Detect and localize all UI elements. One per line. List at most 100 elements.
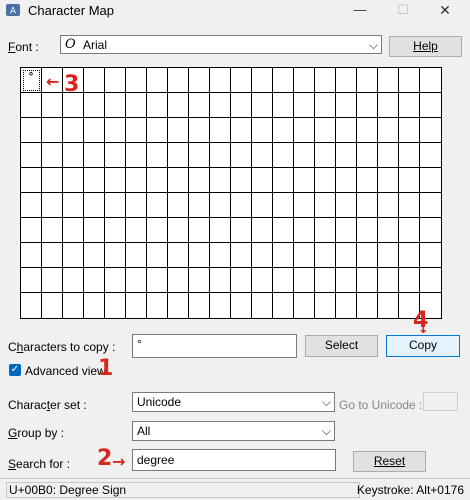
character-cell[interactable] — [336, 143, 357, 168]
character-cell[interactable] — [189, 293, 210, 318]
character-cell[interactable] — [63, 118, 84, 143]
character-cell[interactable] — [126, 68, 147, 93]
group-by-dropdown[interactable]: All ⌵ — [132, 421, 335, 441]
character-cell[interactable] — [63, 243, 84, 268]
character-cell[interactable] — [273, 68, 294, 93]
character-cell[interactable] — [336, 168, 357, 193]
character-cell[interactable] — [399, 168, 420, 193]
character-cell[interactable] — [21, 143, 42, 168]
character-cell[interactable] — [189, 168, 210, 193]
character-cell[interactable] — [378, 68, 399, 93]
character-cell[interactable] — [42, 168, 63, 193]
character-cell[interactable] — [63, 293, 84, 318]
character-cell[interactable] — [126, 93, 147, 118]
character-cell[interactable] — [147, 68, 168, 93]
character-cell[interactable] — [105, 143, 126, 168]
character-cell[interactable] — [105, 168, 126, 193]
character-cell[interactable] — [147, 118, 168, 143]
character-cell[interactable] — [63, 193, 84, 218]
character-cell[interactable] — [189, 218, 210, 243]
character-cell[interactable] — [378, 168, 399, 193]
character-cell[interactable] — [189, 93, 210, 118]
character-cell[interactable] — [84, 168, 105, 193]
character-cell[interactable] — [420, 218, 441, 243]
character-cell[interactable] — [294, 243, 315, 268]
character-cell[interactable] — [378, 93, 399, 118]
character-cell[interactable] — [126, 293, 147, 318]
character-cell[interactable] — [21, 93, 42, 118]
character-cell[interactable] — [273, 218, 294, 243]
character-cell[interactable] — [21, 218, 42, 243]
character-cell[interactable] — [84, 143, 105, 168]
character-cell[interactable] — [21, 168, 42, 193]
character-cell[interactable] — [357, 143, 378, 168]
character-cell[interactable] — [315, 68, 336, 93]
character-cell[interactable] — [147, 218, 168, 243]
character-set-dropdown[interactable]: Unicode ⌵ — [132, 392, 335, 412]
character-cell[interactable] — [168, 268, 189, 293]
character-cell[interactable] — [42, 118, 63, 143]
character-cell[interactable] — [210, 193, 231, 218]
character-cell[interactable] — [294, 68, 315, 93]
character-cell[interactable] — [315, 168, 336, 193]
character-cell[interactable] — [357, 118, 378, 143]
character-cell[interactable] — [168, 118, 189, 143]
character-cell[interactable] — [42, 293, 63, 318]
character-cell[interactable] — [189, 143, 210, 168]
character-cell[interactable] — [168, 218, 189, 243]
character-cell[interactable] — [357, 93, 378, 118]
character-cell[interactable] — [21, 268, 42, 293]
character-cell[interactable] — [105, 68, 126, 93]
character-cell[interactable] — [105, 93, 126, 118]
character-cell[interactable] — [336, 93, 357, 118]
character-cell[interactable] — [63, 268, 84, 293]
character-cell[interactable] — [420, 193, 441, 218]
character-cell[interactable] — [147, 193, 168, 218]
character-cell[interactable] — [189, 243, 210, 268]
character-cell[interactable] — [168, 168, 189, 193]
character-cell[interactable] — [273, 168, 294, 193]
character-cell[interactable] — [126, 118, 147, 143]
character-cell[interactable] — [168, 68, 189, 93]
character-cell[interactable] — [252, 243, 273, 268]
character-cell[interactable] — [126, 193, 147, 218]
character-cell[interactable] — [315, 218, 336, 243]
character-cell[interactable] — [357, 293, 378, 318]
character-cell[interactable] — [399, 118, 420, 143]
character-cell[interactable] — [294, 93, 315, 118]
character-cell[interactable] — [189, 193, 210, 218]
character-cell[interactable] — [252, 293, 273, 318]
character-cell[interactable] — [231, 68, 252, 93]
reset-button[interactable]: Reset — [353, 451, 426, 472]
character-cell[interactable] — [231, 143, 252, 168]
character-cell[interactable] — [105, 243, 126, 268]
character-cell[interactable] — [126, 218, 147, 243]
character-cell[interactable] — [252, 93, 273, 118]
character-cell[interactable] — [147, 293, 168, 318]
character-cell[interactable] — [147, 268, 168, 293]
character-cell[interactable] — [273, 268, 294, 293]
character-cell[interactable] — [399, 93, 420, 118]
go-to-unicode-input[interactable] — [423, 392, 458, 411]
character-cell[interactable] — [147, 168, 168, 193]
character-cell[interactable] — [336, 293, 357, 318]
character-cell[interactable] — [42, 93, 63, 118]
character-cell[interactable] — [294, 118, 315, 143]
character-cell[interactable] — [378, 218, 399, 243]
character-cell[interactable] — [357, 193, 378, 218]
character-cell[interactable] — [84, 293, 105, 318]
characters-to-copy-input[interactable]: ° — [132, 334, 297, 358]
character-cell[interactable] — [420, 168, 441, 193]
character-cell[interactable] — [357, 218, 378, 243]
character-cell[interactable] — [378, 268, 399, 293]
character-cell[interactable] — [420, 143, 441, 168]
character-cell[interactable] — [273, 243, 294, 268]
character-cell[interactable] — [378, 243, 399, 268]
character-cell[interactable] — [84, 193, 105, 218]
character-cell[interactable] — [336, 193, 357, 218]
character-cell[interactable] — [21, 193, 42, 218]
character-cell[interactable] — [336, 118, 357, 143]
character-cell[interactable] — [210, 93, 231, 118]
advanced-view-label[interactable]: Advanced view — [25, 364, 106, 378]
character-cell[interactable] — [315, 293, 336, 318]
